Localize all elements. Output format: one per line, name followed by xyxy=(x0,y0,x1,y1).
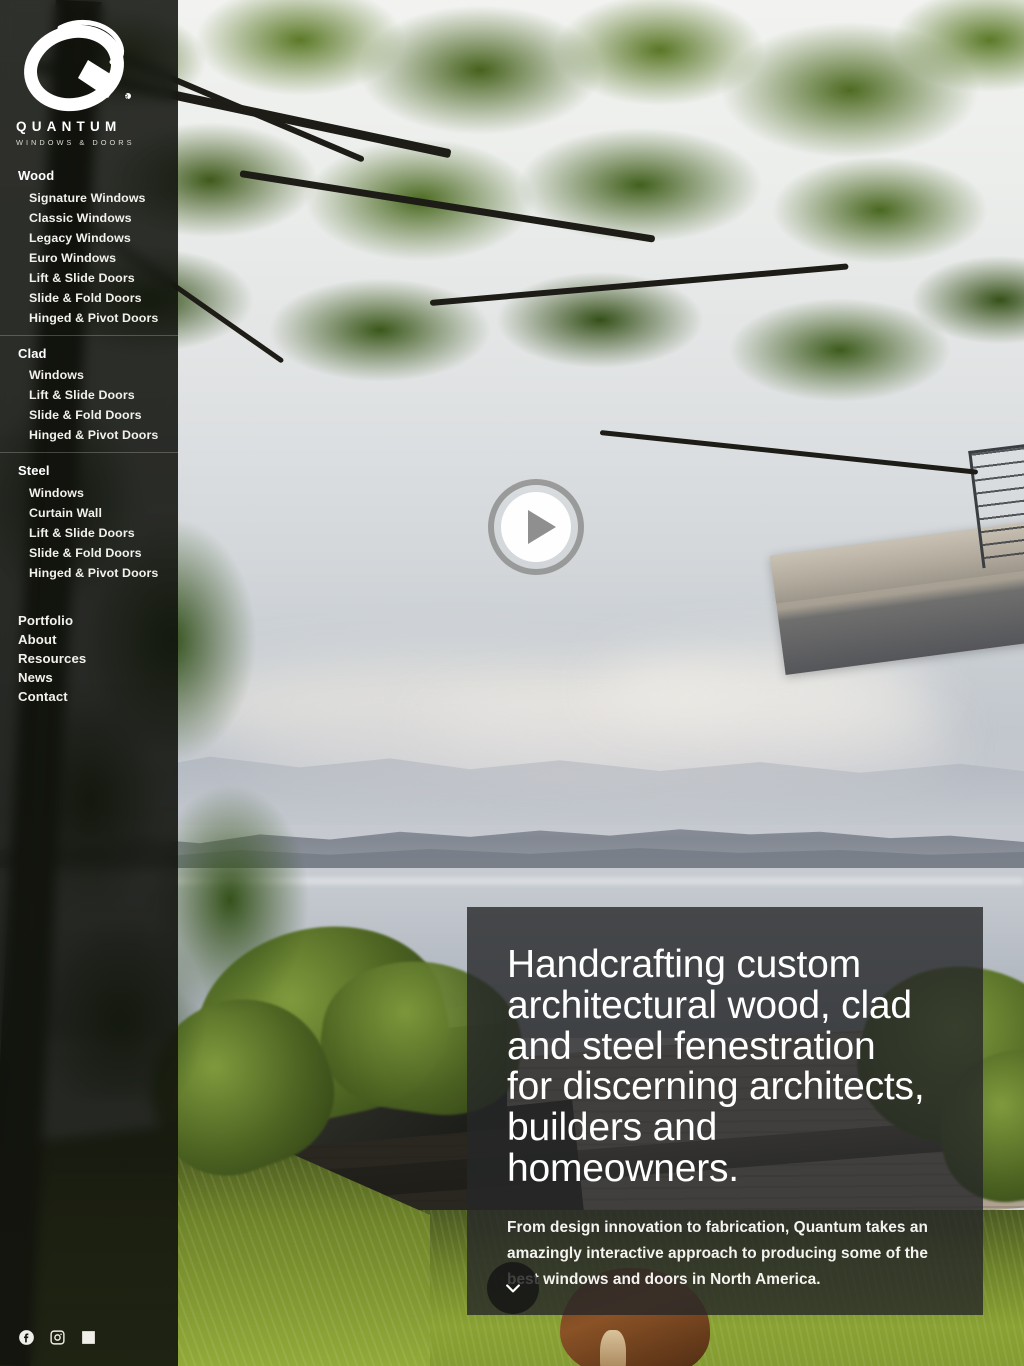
sidebar: R QUANTUM WINDOWS & DOORS Wood Signature… xyxy=(0,0,178,1366)
facebook-icon xyxy=(19,1330,34,1345)
nav-group-clad: Clad Windows Lift & Slide Doors Slide & … xyxy=(0,334,178,453)
nav-heading-wood[interactable]: Wood xyxy=(0,166,178,189)
hero-subtext: From design innovation to fabrication, Q… xyxy=(507,1218,928,1289)
instagram-link[interactable] xyxy=(49,1329,66,1346)
nav-item-curtain-wall[interactable]: Curtain Wall xyxy=(0,504,178,524)
nav-item-steel-windows[interactable]: Windows xyxy=(0,484,178,504)
hero-headline: Handcrafting custom architectural wood, … xyxy=(507,943,925,1190)
logo-tagline: WINDOWS & DOORS xyxy=(16,137,135,147)
nav-item-steel-lift-slide-doors[interactable]: Lift & Slide Doors xyxy=(0,524,178,544)
nav-group-main: Portfolio About Resources News Contact xyxy=(0,612,178,706)
linkedin-link[interactable] xyxy=(80,1329,97,1346)
nav-item-steel-hinged-pivot-doors[interactable]: Hinged & Pivot Doors xyxy=(0,564,178,584)
nav-item-contact[interactable]: Contact xyxy=(0,688,178,707)
logo-wordmark: QUANTUM xyxy=(16,119,122,134)
nav-item-wood-slide-fold-doors[interactable]: Slide & Fold Doors xyxy=(0,289,178,309)
nav-item-steel-slide-fold-doors[interactable]: Slide & Fold Doors xyxy=(0,544,178,564)
nav-item-wood-hinged-pivot-doors[interactable]: Hinged & Pivot Doors xyxy=(0,309,178,329)
hero-text-panel: Handcrafting custom architectural wood, … xyxy=(467,907,983,1315)
scroll-down-button[interactable] xyxy=(487,1262,539,1314)
nav-item-resources[interactable]: Resources xyxy=(0,650,178,669)
nav-item-clad-hinged-pivot-doors[interactable]: Hinged & Pivot Doors xyxy=(0,426,178,446)
nav-item-clad-lift-slide-doors[interactable]: Lift & Slide Doors xyxy=(0,386,178,406)
nav-item-classic-windows[interactable]: Classic Windows xyxy=(0,209,178,229)
svg-text:R: R xyxy=(124,95,129,101)
primary-navigation: Wood Signature Windows Classic Windows L… xyxy=(0,166,178,707)
nav-item-clad-windows[interactable]: Windows xyxy=(0,366,178,386)
nav-item-legacy-windows[interactable]: Legacy Windows xyxy=(0,229,178,249)
nav-item-wood-lift-slide-doors[interactable]: Lift & Slide Doors xyxy=(0,269,178,289)
nav-group-wood: Wood Signature Windows Classic Windows L… xyxy=(0,166,178,335)
linkedin-icon xyxy=(82,1331,95,1344)
nav-heading-clad[interactable]: Clad xyxy=(0,344,178,367)
quantum-q-logo-icon: R xyxy=(24,19,131,112)
chevron-down-icon xyxy=(506,1284,520,1293)
nav-item-about[interactable]: About xyxy=(0,631,178,650)
video-play-button[interactable] xyxy=(488,479,584,575)
instagram-icon xyxy=(50,1330,65,1345)
social-links xyxy=(18,1329,97,1346)
nav-heading-steel[interactable]: Steel xyxy=(0,461,178,484)
play-icon xyxy=(488,479,584,575)
nav-item-signature-windows[interactable]: Signature Windows xyxy=(0,189,178,209)
nav-item-portfolio[interactable]: Portfolio xyxy=(0,612,178,631)
nav-item-euro-windows[interactable]: Euro Windows xyxy=(0,249,178,269)
page-root: Handcrafting custom architectural wood, … xyxy=(0,0,1024,1366)
logo[interactable]: R QUANTUM WINDOWS & DOORS xyxy=(0,0,178,152)
facebook-link[interactable] xyxy=(18,1329,35,1346)
nav-group-steel: Steel Windows Curtain Wall Lift & Slide … xyxy=(0,452,178,590)
nav-item-clad-slide-fold-doors[interactable]: Slide & Fold Doors xyxy=(0,406,178,426)
nav-item-news[interactable]: News xyxy=(0,669,178,688)
